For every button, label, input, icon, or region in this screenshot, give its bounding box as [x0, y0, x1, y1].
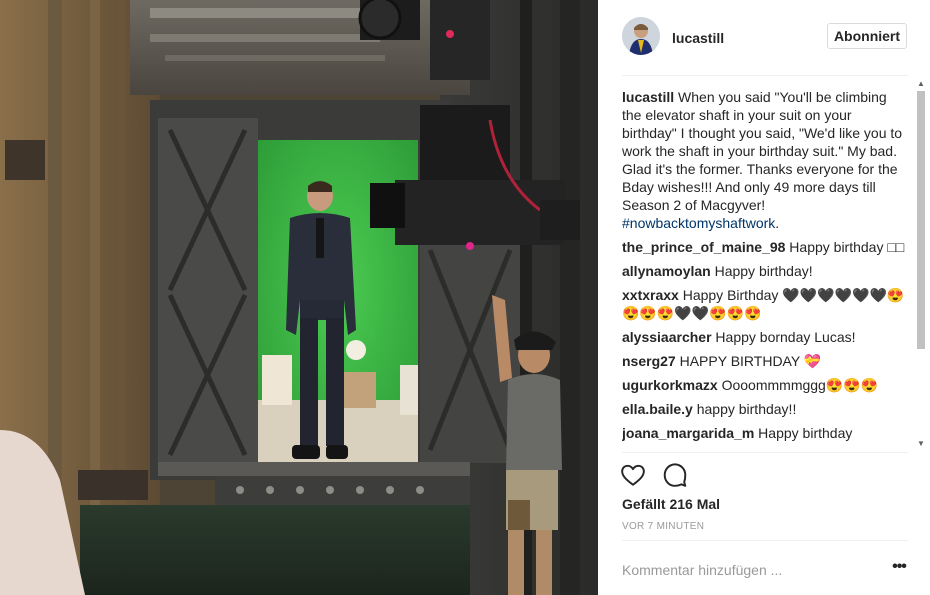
speech-bubble-icon[interactable] — [662, 462, 688, 488]
actions-divider — [622, 452, 908, 453]
comment-text: Happy bornday Lucas! — [711, 329, 856, 345]
comment-text: Happy birthday! — [710, 263, 813, 279]
comment-text: Happy birthday □□ — [785, 239, 905, 255]
comment-item: joana_margarida_m Happy birthday — [622, 424, 910, 442]
caption-text: When you said "You'll be climbing the el… — [622, 89, 903, 213]
heart-icon[interactable] — [620, 462, 646, 488]
comment-item: ella.baile.y happy birthday!! — [622, 400, 910, 418]
post-photo — [0, 0, 598, 595]
comment-text: HAPPY BIRTHDAY 💝 — [675, 353, 822, 369]
post-username[interactable]: lucastill — [672, 30, 724, 46]
comment-item: allynamoylan Happy birthday! — [622, 262, 910, 280]
post-image — [0, 0, 598, 595]
comment-input[interactable] — [622, 560, 872, 580]
comment-text: happy birthday!! — [692, 401, 797, 417]
comment-username[interactable]: joana_margarida_m — [622, 425, 754, 441]
header-divider — [622, 75, 908, 76]
comment-username[interactable]: alyssiaarcher — [622, 329, 712, 345]
comment-item: xxtxraxx Happy Birthday 🖤🖤🖤🖤🖤🖤😍😍😍😍🖤🖤😍😍😍 — [622, 286, 910, 322]
comment-item: alyssiaarcher Happy bornday Lucas! — [622, 328, 910, 346]
follow-button[interactable]: Abonniert — [827, 23, 907, 49]
caption-hashtag[interactable]: #nowbacktomyshaftwork — [622, 215, 775, 231]
comment-username[interactable]: ella.baile.y — [622, 401, 693, 417]
scroll-down-arrow-icon[interactable]: ▼ — [917, 439, 925, 448]
comment-username[interactable]: allynamoylan — [622, 263, 711, 279]
comment-username[interactable]: nserg27 — [622, 353, 676, 369]
likes-count[interactable]: Gefällt 216 Mal — [622, 496, 720, 512]
scrollbar-thumb[interactable] — [917, 91, 925, 349]
comments-scrollbar[interactable]: ▲ ▼ — [914, 77, 928, 451]
comment-item: nserg27 HAPPY BIRTHDAY 💝 — [622, 352, 910, 370]
comment-divider — [622, 540, 908, 541]
caption-text-end: . — [775, 215, 780, 231]
scroll-up-arrow-icon[interactable]: ▲ — [917, 79, 925, 88]
post-caption: lucastill When you said "You'll be climb… — [622, 88, 910, 232]
comment-item: ugurkorkmazx Oooommmmggg😍😍😍 — [622, 376, 910, 394]
post-header: lucastill Abonniert — [598, 0, 930, 75]
caption-username[interactable]: lucastill — [622, 89, 674, 105]
comments-list[interactable]: lucastill When you said "You'll be climb… — [622, 88, 910, 452]
comment-username[interactable]: ugurkorkmazx — [622, 377, 718, 393]
comment-text: Oooommmmggg😍😍😍 — [717, 377, 879, 393]
more-options-icon[interactable]: ••• — [888, 559, 910, 580]
comment-username[interactable]: the_prince_of_maine_98 — [622, 239, 785, 255]
post-side-panel: lucastill Abonniert lucastill When you s… — [598, 0, 930, 595]
comment-item: the_prince_of_maine_98 Happy birthday □□ — [622, 238, 910, 256]
post-timestamp: VOR 7 MINUTEN — [622, 521, 705, 532]
avatar[interactable] — [622, 17, 660, 55]
comment-username[interactable]: xxtxraxx — [622, 287, 679, 303]
comment-text: Happy birthday — [754, 425, 853, 441]
avatar-image — [622, 17, 660, 55]
